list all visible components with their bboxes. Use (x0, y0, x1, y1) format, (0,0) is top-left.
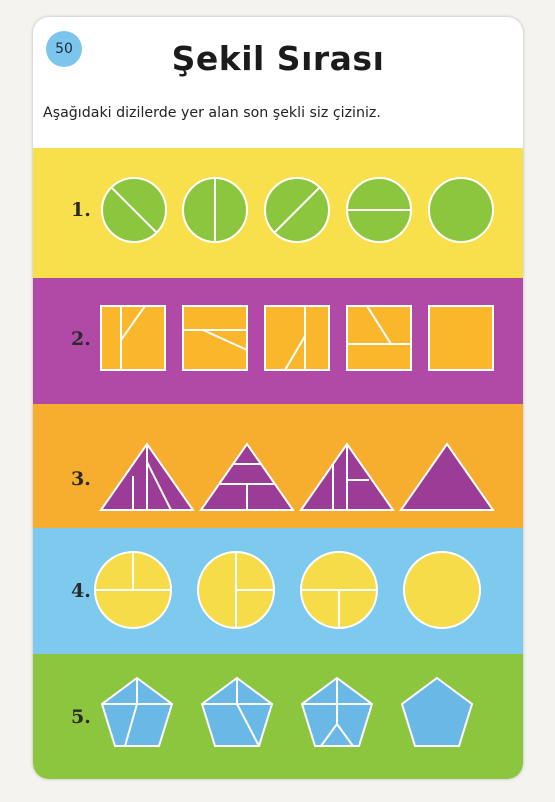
circle-shape-3 (264, 177, 330, 243)
sequence-row-4: 4. (33, 528, 523, 654)
square-shape-3 (264, 305, 330, 371)
circle-shape-1 (101, 177, 167, 243)
puzzle-card: 50 Şekil Sırası Aşağıdaki dizilerde yer … (33, 17, 523, 779)
instruction-text: Aşağıdaki dizilerde yer alan son şekli s… (43, 105, 381, 121)
circle-shape-4 (403, 551, 481, 629)
circle-shape-3 (300, 551, 378, 629)
row-5-band (33, 654, 523, 779)
sequence-row-2: 2. (33, 278, 523, 404)
row-2-band (33, 278, 523, 404)
row-4-band (33, 528, 523, 654)
circle-shape-1 (94, 551, 172, 629)
row-number: 1. (71, 199, 91, 221)
circle-shape-2 (182, 177, 248, 243)
square-shape-4 (346, 305, 412, 371)
circle-shape-5 (428, 177, 494, 243)
square-shape-5 (428, 305, 494, 371)
circle-shape-2 (197, 551, 275, 629)
row-3-band (33, 404, 523, 528)
row-number: 4. (71, 580, 91, 602)
page-title: Şekil Sırası (171, 39, 385, 78)
row-number: 3. (71, 468, 91, 490)
sequence-row-1: 1. (33, 148, 523, 278)
circle-shape-4 (346, 177, 412, 243)
sequence-row-3: 3. (33, 404, 523, 528)
square-shape-1 (100, 305, 166, 371)
row-number: 5. (71, 706, 91, 728)
row-number: 2. (71, 328, 91, 350)
square-shape-2 (182, 305, 248, 371)
sequence-row-5: 5. (33, 654, 523, 779)
row-1-band (33, 148, 523, 278)
